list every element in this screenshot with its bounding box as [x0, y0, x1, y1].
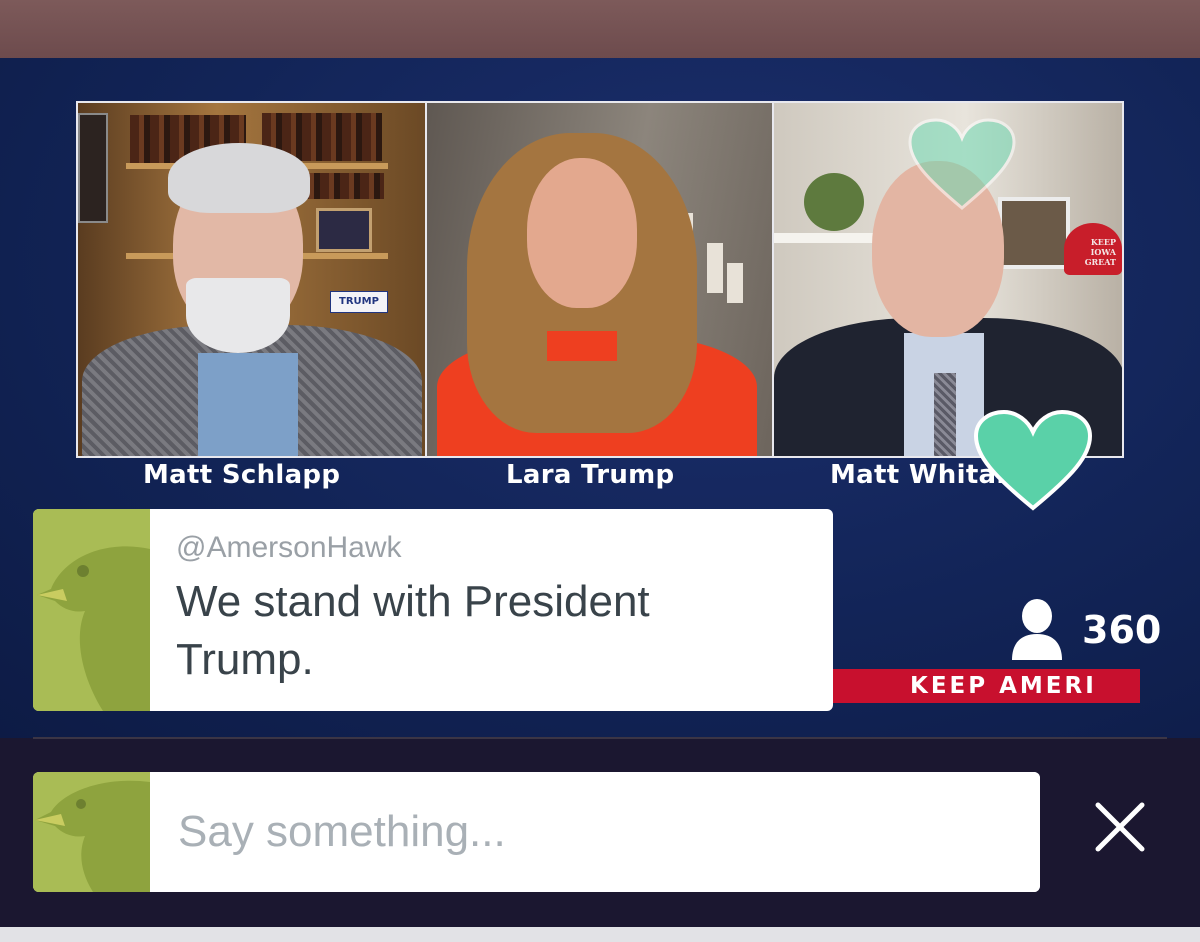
chat-composer: [0, 739, 1200, 927]
participant-video-2: [427, 103, 774, 456]
eagle-icon: [33, 509, 150, 711]
viewer-count-value: 360: [1082, 608, 1162, 652]
viewer-count: 360: [1010, 598, 1161, 662]
participant-video-1: TRUMP: [78, 103, 427, 456]
bottom-strip: [0, 927, 1200, 942]
comment-text: We stand with President Trump.: [176, 577, 650, 684]
chat-comment: @AmersonHawk We stand with President Tru…: [33, 509, 833, 711]
user-avatar: [33, 772, 150, 892]
trump-sign: TRUMP: [330, 291, 388, 313]
comment-username: @AmersonHawk: [176, 531, 402, 564]
person-icon: [1012, 599, 1062, 660]
live-stream-view[interactable]: TRUMP KEEP IOWA GREAT Matt Schlapp Lara …: [0, 58, 1200, 738]
participant-name-2: Lara Trump: [506, 460, 675, 490]
keep-america-banner: KEEP AMERI: [830, 669, 1140, 703]
app-top-bar: [0, 0, 1200, 58]
heart-icon: [908, 118, 1016, 210]
participant-name-1: Matt Schlapp: [143, 460, 341, 490]
comment-avatar: [33, 509, 150, 711]
heart-icon: [973, 409, 1093, 511]
chat-input-box: [33, 772, 1040, 892]
chat-input[interactable]: [150, 772, 1040, 892]
close-icon[interactable]: [1090, 797, 1150, 857]
eagle-icon: [33, 772, 150, 892]
red-hat: KEEP IOWA GREAT: [1064, 223, 1122, 275]
